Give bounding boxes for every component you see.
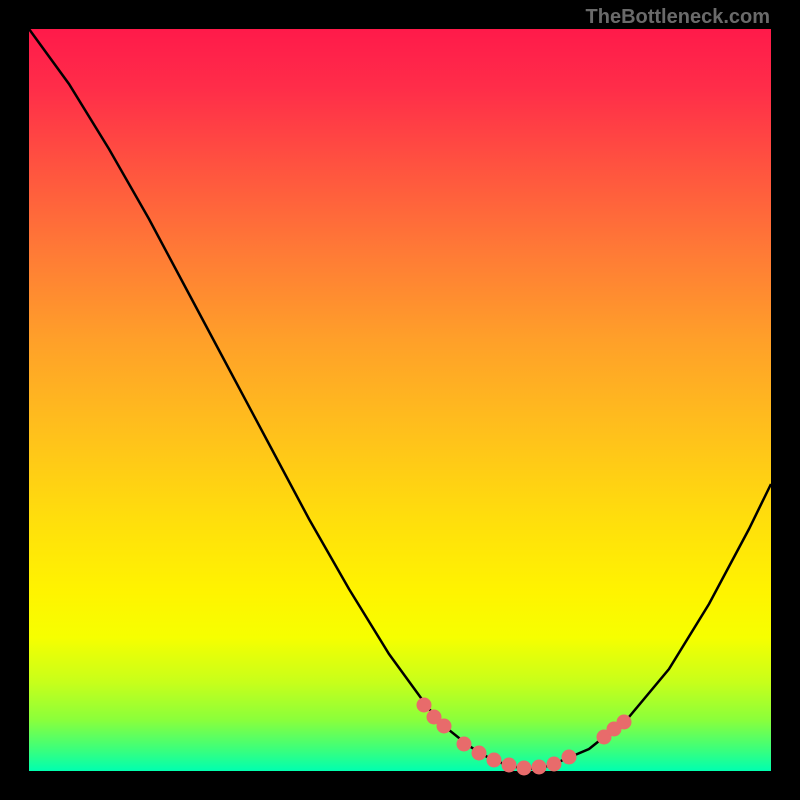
curve-marker [617, 715, 632, 730]
curve-marker [417, 698, 432, 713]
chart-svg [29, 29, 771, 771]
curve-marker [472, 746, 487, 761]
curve-marker [457, 737, 472, 752]
curve-marker [532, 760, 547, 775]
curve-marker [562, 750, 577, 765]
curve-marker [517, 761, 532, 776]
bottleneck-curve [29, 29, 771, 769]
attribution-text: TheBottleneck.com [586, 6, 770, 29]
curve-marker [502, 758, 517, 773]
curve-markers [417, 698, 632, 776]
curve-marker [547, 757, 562, 772]
curve-marker [437, 719, 452, 734]
curve-marker [487, 753, 502, 768]
